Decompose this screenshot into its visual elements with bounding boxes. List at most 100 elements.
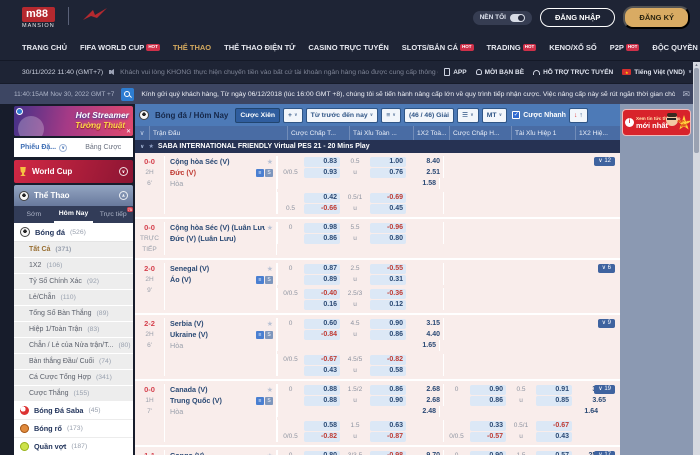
league-filter-button[interactable]: (46 / 46) Giải [404,108,454,123]
mail-icon[interactable]: ✉ [682,89,690,100]
collapse-chevron-icon[interactable]: ∨ [135,126,149,140]
nav-item[interactable]: THỂ THAO [173,43,211,52]
odds-value[interactable]: 1.00 [370,157,406,167]
time-filter-dropdown[interactable]: Từ trước đến nay∨ [306,108,379,123]
odds-value[interactable]: 0.58 [304,421,340,431]
odds-value[interactable]: 1.58 [403,178,439,189]
team-row[interactable]: Áo (V)≡S [170,274,273,285]
odds-value[interactable]: 0.45 [370,204,406,214]
sports-news-banner[interactable]: i Xem tin tức thể thao mới nhất Nhấn vào… [622,109,691,136]
odds-value[interactable]: 1.64 [565,406,601,417]
sidebar-bet-type[interactable]: Bàn thắng Đầu/ Cuối(74) [14,354,133,370]
odds-value[interactable]: 8.40 [407,156,443,167]
search-button[interactable] [121,88,134,101]
more-markets-badge[interactable]: ∨ 19 [594,385,615,394]
favorite-star-icon[interactable]: ★ [267,158,273,166]
favorite-star-icon[interactable]: ★ [267,386,273,394]
favorite-star-icon[interactable]: ★ [267,320,273,328]
odds-value[interactable]: -0.57 [470,432,506,442]
team-row[interactable]: Hòa [170,340,273,351]
login-button[interactable]: ĐĂNG NHẬP [540,8,615,27]
nav-item[interactable]: THỂ THAO ĐIỆN TỬ [224,43,295,52]
dark-mode-switch-icon[interactable] [510,14,525,22]
team-row[interactable]: Congo (V)★ [170,450,273,455]
team-row[interactable]: Canada (V)★ [170,384,273,395]
world-cup-section[interactable]: World Cup ∨ [14,160,133,183]
stats-badge-icon[interactable]: ≡ [256,169,264,177]
stats-badge-icon[interactable]: ≡ [256,331,264,339]
odds-value[interactable]: 2.68 [407,395,443,406]
team-row[interactable]: Cộng hòa Séc (V) (Luân Lưu)★ [170,222,273,233]
odds-value[interactable]: 3.15 [407,318,443,329]
odds-value[interactable]: 0.43 [536,432,572,442]
day-tab[interactable]: Hôm Nay [54,206,94,223]
league-star-icon[interactable]: ★ [148,143,153,150]
streamer-banner[interactable]: Hot Streamer Tường Thuật ✕ [14,106,133,136]
odds-value[interactable]: 0.57 [536,451,572,455]
more-markets-badge[interactable]: ∨ 17 [594,451,615,455]
odds-value[interactable]: 0.33 [470,421,506,431]
team-row[interactable]: Cộng hòa Séc (V)★ [170,156,273,167]
sidebar-bet-type[interactable]: Chẵn / Lẻ của Nửa trận/T...(80) [14,338,133,354]
sports-section-header[interactable]: Thể Thao ∧ [14,185,133,206]
odds-value[interactable]: 0.83 [304,157,340,167]
stats-badge-icon[interactable]: ≡ [256,397,264,405]
odds-value[interactable]: 0.90 [370,396,406,406]
odds-value[interactable]: -0.84 [304,330,340,340]
odds-value[interactable]: -0.96 [370,223,406,233]
odds-value[interactable]: 0.80 [304,451,340,455]
odds-value[interactable]: 0.91 [536,385,572,395]
team-row[interactable]: Serbia (V)★ [170,318,273,329]
odds-value[interactable]: 0.85 [536,396,572,406]
parlay-button[interactable]: Cược Xiên [235,108,280,123]
sidebar-bet-type[interactable]: Tất Cả(371) [14,242,133,258]
odds-value[interactable]: 0.63 [370,421,406,431]
odds-value[interactable]: 9.70 [407,450,443,455]
sidebar-item-football[interactable]: Bóng đá (526) [14,223,133,242]
chevron-up-icon[interactable]: ∧ [119,191,128,200]
register-button[interactable]: ĐĂNG KÝ [623,6,690,29]
scrollbar-thumb[interactable] [694,68,699,153]
view-mode-dropdown[interactable]: ☰∨ [457,108,479,123]
nav-item[interactable]: KENO/XỔ SỐ [549,43,597,52]
nav-item[interactable]: CASINO TRỰC TUYẾN [308,43,388,52]
ticker-link[interactable]: MỜI BẠN BÈ [476,69,525,76]
nav-item[interactable]: FIFA WORLD CUPHOT [80,43,160,52]
stream-badge-icon[interactable]: S [265,331,273,339]
team-row[interactable]: Senegal (V)★ [170,263,273,274]
chevron-down-icon[interactable]: ∨ [119,167,128,176]
odds-value[interactable]: -0.40 [304,289,340,299]
odds-value[interactable]: 0.98 [304,223,340,233]
team-row[interactable]: Đức (V)≡S [170,167,273,178]
sidebar-bet-type[interactable]: Tỷ Số Chính Xác(92) [14,274,133,290]
favorite-star-icon[interactable]: ★ [267,265,273,273]
odds-value[interactable]: 0.60 [304,319,340,329]
odds-value[interactable]: 2.68 [407,384,443,395]
sidebar-sport-item[interactable]: Bóng Đá Saba(45) [14,402,133,420]
odds-value[interactable]: 0.86 [470,396,506,406]
odds-value[interactable]: 0.76 [370,168,406,178]
league-header[interactable]: ∨ ★ SABA INTERNATIONAL FRIENDLY Virtual … [135,140,620,153]
team-row[interactable]: Trung Quốc (V)≡S [170,395,273,406]
collapse-chevron-icon[interactable]: ∨ [140,144,144,150]
odds-value[interactable]: -0.69 [370,193,406,203]
team-row[interactable]: Đức (V) (Luân Lưu) [170,233,273,244]
nav-item[interactable]: ĐỘC QUYỀN [652,43,697,52]
odds-sort-button[interactable]: ↓↑ [569,108,588,123]
odds-value[interactable]: -0.87 [370,432,406,442]
odds-value[interactable]: -0.67 [536,421,572,431]
odds-value[interactable]: 0.88 [304,396,340,406]
sidebar-sport-item[interactable]: Quần vợt(187) [14,438,133,455]
odds-value[interactable]: -0.36 [370,289,406,299]
odds-value[interactable]: 0.87 [304,264,340,274]
odds-value[interactable]: 0.89 [304,275,340,285]
stream-badge-icon[interactable]: S [265,397,273,405]
day-tab[interactable]: Trực tiếp75 [93,206,133,223]
odds-value[interactable]: 0.43 [304,366,340,376]
odds-value[interactable]: -0.82 [304,432,340,442]
odds-value[interactable]: 4.40 [407,329,443,340]
close-icon[interactable]: ✕ [126,128,131,135]
quick-bet-checkbox[interactable]: ✓Cược Nhanh [512,111,566,119]
odds-value[interactable]: -0.66 [304,204,340,214]
day-tab[interactable]: Sớm [14,206,54,223]
